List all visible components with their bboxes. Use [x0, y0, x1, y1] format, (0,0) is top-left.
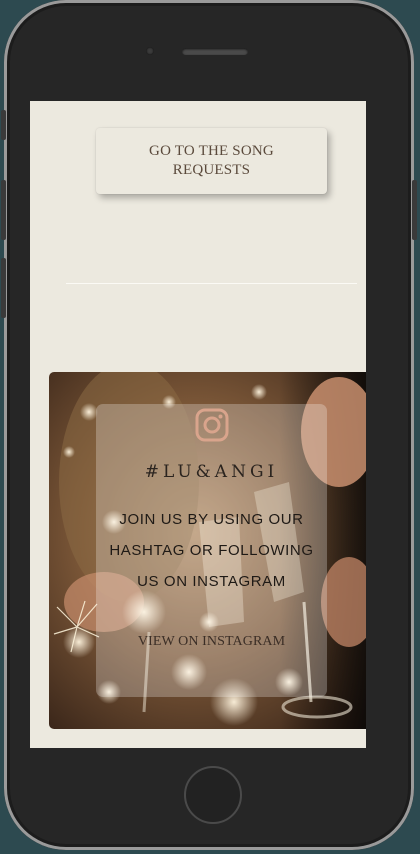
power-button: [412, 180, 417, 240]
instagram-description: JOIN US BY USING OUR HASHTAG OR FOLLOWIN…: [109, 511, 314, 590]
section-divider: [66, 283, 357, 284]
front-camera: [146, 47, 154, 55]
song-requests-button[interactable]: GO TO THE SONG REQUESTS: [96, 128, 327, 194]
song-requests-button-label: GO TO THE SONG REQUESTS: [149, 143, 274, 178]
hashtag-title: #LU&ANGI: [144, 462, 279, 482]
earpiece-speaker: [182, 48, 248, 55]
view-on-instagram-link[interactable]: VIEW ON INSTAGRAM: [138, 634, 285, 650]
home-button[interactable]: [184, 766, 242, 824]
instagram-card: #LU&ANGI JOIN US BY USING OUR HASHTAG OR…: [96, 404, 327, 697]
mute-switch: [1, 110, 6, 140]
instagram-section: #LU&ANGI JOIN US BY USING OUR HASHTAG OR…: [49, 372, 366, 729]
volume-down-button: [1, 258, 6, 318]
instagram-icon[interactable]: [195, 408, 229, 442]
screen: GO TO THE SONG REQUESTS #LU&ANGI JOIN US…: [30, 101, 366, 748]
volume-up-button: [1, 180, 6, 240]
